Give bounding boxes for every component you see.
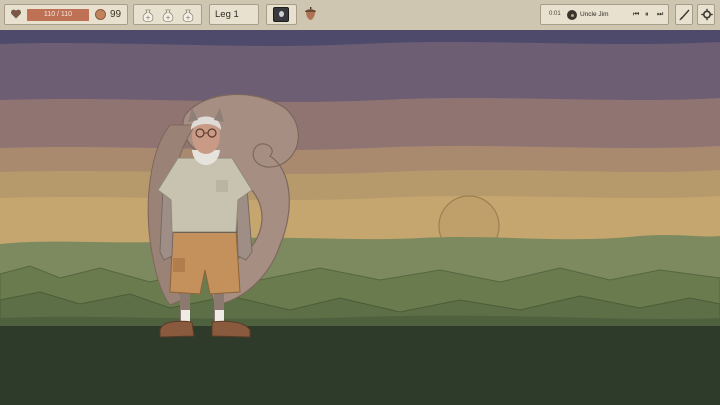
- shorts-pocket: [173, 258, 185, 272]
- left-shoe: [159, 320, 195, 338]
- music-player: 0:01 Uncle Jim ⏮ ⏸ ⏭: [540, 4, 669, 25]
- acorn-icon[interactable]: [303, 6, 318, 21]
- settings-icon: [701, 8, 713, 21]
- svg-text:+: +: [185, 15, 190, 22]
- svg-text:+: +: [165, 15, 170, 22]
- coin-icon: [95, 9, 106, 20]
- previous-track-button[interactable]: ⏮: [633, 5, 639, 24]
- money-bags-panel: + + +: [133, 4, 202, 25]
- brush-button[interactable]: [675, 4, 693, 25]
- shirt-pocket: [216, 180, 228, 192]
- right-sock: [215, 310, 224, 322]
- health-text: 110 / 110: [43, 11, 73, 18]
- heart-icon: [10, 9, 22, 19]
- money-bag-icon[interactable]: +: [180, 7, 196, 23]
- health-panel: 110 / 110 99: [4, 4, 128, 25]
- disc-icon: [567, 10, 577, 20]
- track-title: Uncle Jim: [580, 11, 609, 18]
- ground: [0, 326, 720, 405]
- pause-button[interactable]: ⏸: [645, 5, 649, 24]
- coin-count: 99: [110, 9, 122, 20]
- money-bag-icon[interactable]: +: [140, 7, 156, 23]
- svg-text:+: +: [145, 15, 150, 22]
- landscape: [0, 30, 720, 405]
- leg-label: Leg 1: [215, 9, 239, 20]
- brush-icon: [679, 9, 690, 21]
- left-sock: [181, 310, 190, 322]
- health-bar: 110 / 110: [27, 9, 89, 21]
- leg-panel: Leg 1: [209, 4, 259, 25]
- dark-item-icon: [273, 7, 289, 22]
- game-scene: [0, 30, 720, 405]
- top-hud-bar: 110 / 110 99 + + + Leg 1 0:01 Uncle Jim …: [0, 0, 720, 31]
- track-time: 0:01: [549, 11, 561, 17]
- settings-button[interactable]: [697, 4, 715, 25]
- item-slot[interactable]: [266, 4, 297, 25]
- money-bag-icon[interactable]: +: [160, 7, 176, 23]
- next-track-button[interactable]: ⏭: [657, 5, 663, 24]
